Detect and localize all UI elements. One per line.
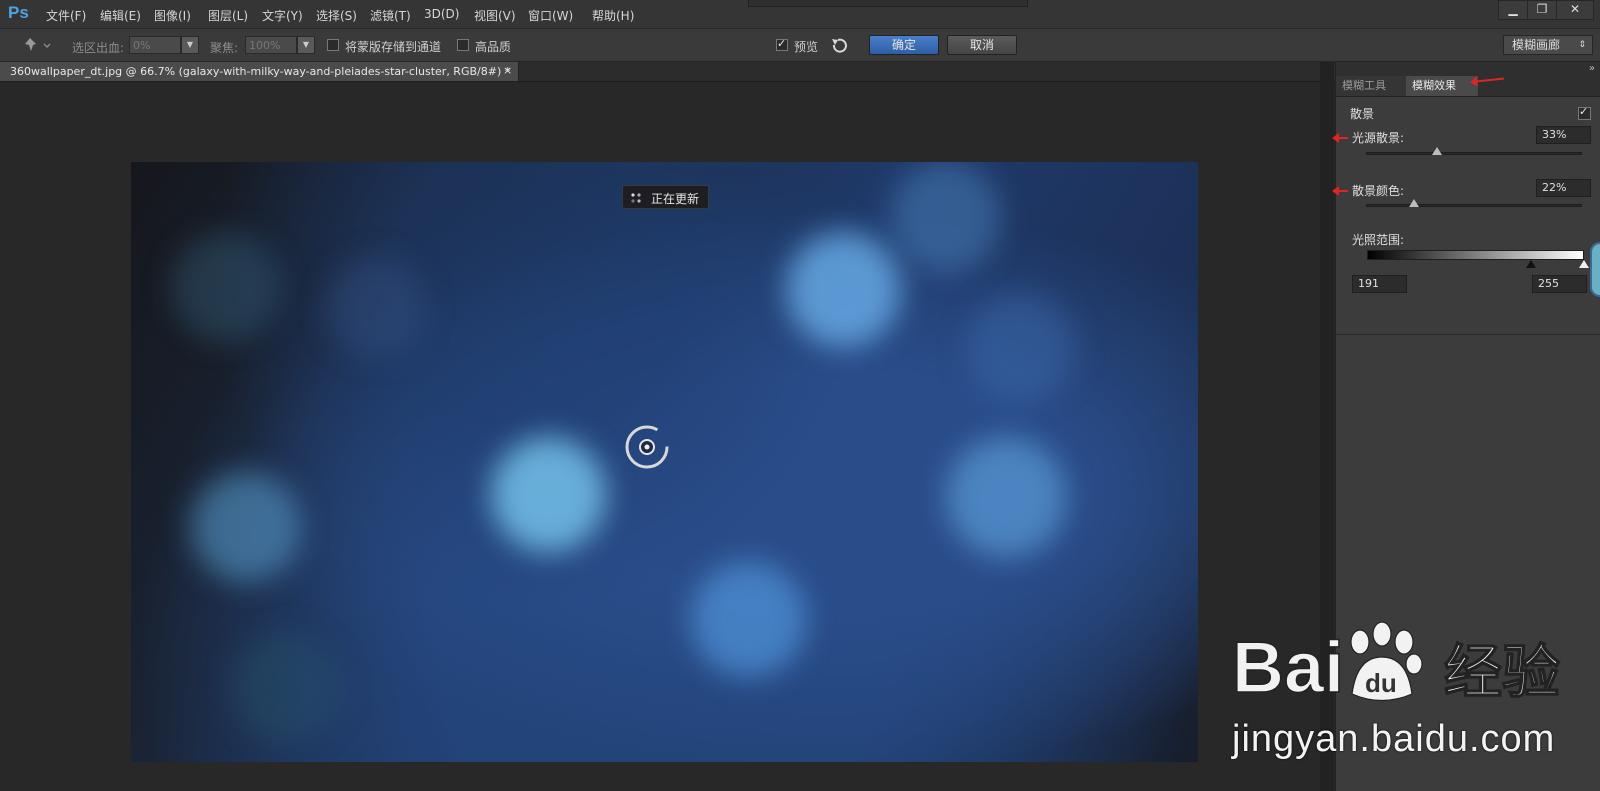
light-range-high-value[interactable]: 255 — [1532, 275, 1587, 293]
panel-tabs: 模糊工具 模糊效果 — [1336, 76, 1600, 97]
focus-dropdown-icon[interactable]: ▼ — [297, 36, 315, 54]
menu-select[interactable]: 选择(S) — [316, 7, 357, 24]
bokeh-color-slider-thumb[interactable] — [1408, 199, 1419, 207]
menu-layer[interactable]: 图层(L) — [208, 7, 248, 24]
menu-filter[interactable]: 滤镜(T) — [370, 7, 411, 24]
svg-text:du: du — [1365, 668, 1397, 698]
high-quality-checkbox[interactable] — [457, 39, 469, 51]
menu-file[interactable]: 文件(F) — [46, 7, 86, 24]
document-tab-bar: 360wallpaper_dt.jpg @ 66.7% (galaxy-with… — [0, 62, 1335, 82]
menu-bar: Ps 文件(F) 编辑(E) 图像(I) 图层(L) 文字(Y) 选择(S) 滤… — [0, 0, 1600, 29]
selection-bleed-label: 选区出血: — [72, 41, 125, 55]
light-range-label: 光照范围: — [1352, 233, 1405, 247]
updating-badge: 正在更新 — [622, 185, 709, 209]
application-bar-strip — [748, 0, 1028, 7]
bokeh-enable-checkbox[interactable] — [1578, 105, 1591, 120]
panel-header: » — [1336, 62, 1600, 76]
loading-dots-icon — [631, 193, 641, 203]
preview-checkbox[interactable] — [776, 37, 788, 51]
updown-icon: ⇕ — [1578, 40, 1586, 50]
bokeh-circle — [191, 472, 301, 582]
panel-divider-line — [1336, 334, 1600, 335]
bokeh-circle — [966, 292, 1076, 402]
cancel-button[interactable]: 取消 — [947, 35, 1017, 55]
updating-text: 正在更新 — [651, 192, 700, 206]
menu-type[interactable]: 文字(Y) — [262, 7, 303, 24]
light-bokeh-value[interactable]: 33% — [1536, 126, 1591, 144]
bokeh-circle — [691, 562, 806, 677]
watermark-url: jingyan.baidu.com — [1232, 718, 1556, 760]
bokeh-circle — [946, 437, 1066, 557]
restore-icon[interactable]: ❐ — [1527, 0, 1557, 20]
svg-text:经验: 经验 — [1444, 638, 1560, 706]
close-tab-icon[interactable]: × — [503, 64, 512, 77]
menu-edit[interactable]: 编辑(E) — [100, 7, 141, 24]
blur-ring-pin-icon[interactable] — [623, 423, 671, 471]
bokeh-circle — [231, 632, 341, 742]
collapse-panel-icon[interactable]: » — [1589, 63, 1595, 74]
menu-image[interactable]: 图像(I) — [154, 7, 191, 24]
selection-bleed-input[interactable]: 0% — [129, 36, 181, 54]
save-mask-checkbox[interactable] — [327, 39, 339, 51]
document-tab[interactable]: 360wallpaper_dt.jpg @ 66.7% (galaxy-with… — [0, 62, 519, 81]
bokeh-color-label: 散景颜色: — [1352, 184, 1405, 198]
minimize-icon[interactable]: ▁ — [1498, 0, 1528, 20]
focus-input[interactable]: 100% — [245, 36, 297, 54]
bokeh-circle — [326, 257, 426, 357]
bokeh-title: 散景 — [1350, 107, 1375, 121]
menu-window[interactable]: 窗口(W) — [528, 7, 573, 24]
light-bokeh-slider[interactable] — [1366, 152, 1582, 155]
light-range-low-thumb[interactable] — [1526, 260, 1536, 268]
bokeh-circle — [786, 232, 901, 347]
bokeh-circle — [171, 232, 281, 342]
bokeh-circle — [491, 437, 606, 552]
bokeh-color-value[interactable]: 22% — [1536, 179, 1591, 197]
ok-button[interactable]: 确定 — [869, 35, 939, 55]
light-range-low-value[interactable]: 191 — [1352, 275, 1407, 293]
document-tab-title: 360wallpaper_dt.jpg @ 66.7% (galaxy-with… — [10, 65, 511, 78]
high-quality-label: 高品质 — [475, 40, 512, 54]
svg-text:Bai: Bai — [1232, 628, 1344, 708]
options-bar: 选区出血: 0% ▼ 聚焦: 100% ▼ 将蒙版存储到通道 高品质 预览 确定… — [0, 29, 1600, 62]
side-floating-widget[interactable] — [1590, 242, 1600, 297]
light-range-gradient[interactable] — [1367, 250, 1584, 260]
pin-tool-icon[interactable] — [22, 35, 52, 55]
tab-blur-effects[interactable]: 模糊效果 — [1406, 76, 1478, 96]
annotation-arrow — [1332, 186, 1348, 196]
light-bokeh-slider-thumb[interactable] — [1432, 147, 1443, 155]
save-mask-label: 将蒙版存储到通道 — [345, 40, 442, 54]
tab-blur-tools[interactable]: 模糊工具 — [1336, 76, 1410, 96]
light-range-high-thumb[interactable] — [1579, 260, 1589, 268]
workspace-select-value: 模糊画廊 — [1512, 38, 1561, 52]
bokeh-color-slider[interactable] — [1366, 204, 1582, 207]
focus-label: 聚焦: — [210, 41, 239, 55]
annotation-arrow — [1332, 133, 1348, 143]
close-icon[interactable]: ✕ — [1556, 0, 1594, 20]
menu-help[interactable]: 帮助(H) — [592, 7, 634, 24]
reset-icon[interactable] — [829, 36, 849, 54]
selection-bleed-dropdown-icon[interactable]: ▼ — [181, 36, 199, 54]
preview-label: 预览 — [794, 40, 819, 54]
light-bokeh-label: 光源散景: — [1352, 131, 1405, 145]
workspace-select[interactable]: 模糊画廊 ⇕ — [1503, 35, 1593, 55]
baidu-jingyan-logo: Bai 经验 du — [1232, 621, 1561, 709]
photoshop-logo: Ps — [8, 3, 29, 22]
menu-view[interactable]: 视图(V) — [474, 7, 516, 24]
menu-3d[interactable]: 3D(D) — [424, 7, 459, 21]
bokeh-circle — [891, 162, 1001, 272]
